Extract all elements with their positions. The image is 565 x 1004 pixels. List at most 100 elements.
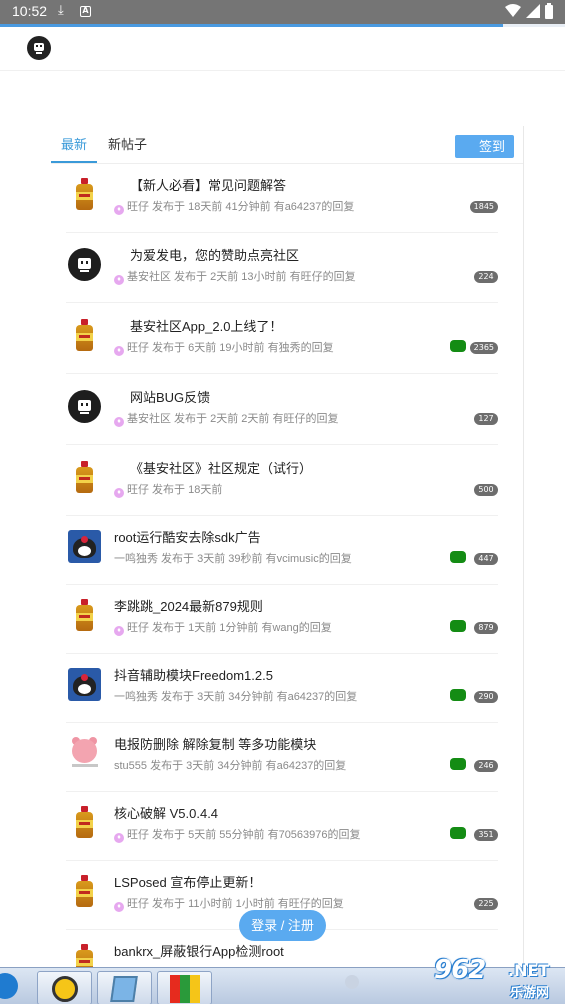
post-meta: 一鸣独秀 发布于 3天前 39秒前 有vcimusic的回复 [114, 550, 352, 566]
battery-icon [545, 3, 553, 19]
download-icon: ⤓ [58, 3, 64, 18]
post-meta-text: stu555 发布于 3天前 34分钟前 有a64237的回复 [114, 760, 347, 772]
active-tab-indicator [51, 161, 97, 163]
user-avatar-bear-icon[interactable] [68, 737, 101, 770]
reply-count-badge: 224 [474, 271, 498, 283]
post-meta: ♦ 旺仔 发布于 1天前 1分钟前 有wang的回复 [114, 619, 332, 636]
app-1-icon [52, 976, 78, 1002]
post-row[interactable]: 基安社区App_2.0上线了！ ♦ 旺仔 发布于 6天前 19小时前 有独秀的回复 2… [66, 305, 498, 374]
taskbar-app-1[interactable] [37, 971, 92, 1004]
post-row[interactable]: 电报防删除 解除复制 等多功能模块 stu555 发布于 3天前 34分钟前 有a… [66, 723, 498, 792]
gem-badge-icon: ♦ [114, 488, 124, 498]
gem-badge-icon: ♦ [114, 833, 124, 843]
post-meta-text: 旺仔 发布于 5天前 55分钟前 有70563976的回复 [127, 829, 361, 841]
user-avatar-kuromi-icon[interactable] [68, 668, 101, 701]
notification-a-icon: A [80, 6, 91, 17]
reply-count-badge: 447 [474, 553, 498, 565]
status-bar: 10:52 ⤓ A [0, 0, 565, 24]
watermark-logo: 962 .NET 乐游网 [428, 953, 565, 1004]
post-meta-text: 基安社区 发布于 2天前 13小时前 有旺仔的回复 [127, 271, 356, 283]
app-3-icon [170, 975, 200, 1003]
post-meta-text: 旺仔 发布于 6天前 19小时前 有独秀的回复 [127, 342, 334, 354]
gem-badge-icon: ♦ [114, 902, 124, 912]
wifi-icon [505, 4, 521, 17]
gem-badge-icon: ♦ [114, 205, 124, 215]
tab-bar: 最新 新帖子 签到 [51, 126, 523, 164]
user-avatar-robot-icon[interactable] [68, 248, 101, 281]
post-meta: 一鸣独秀 发布于 3天前 34分钟前 有a64237的回复 [114, 688, 357, 704]
post-title[interactable]: bankrx_屏蔽银行App检测root [114, 941, 284, 960]
taskbar-app-2[interactable] [97, 971, 152, 1004]
user-avatar-bottle-icon[interactable] [68, 875, 101, 908]
reply-count-badge: 2365 [469, 342, 498, 354]
post-title[interactable]: 基安社区App_2.0上线了！ [130, 316, 282, 335]
gem-badge-icon: ♦ [114, 417, 124, 427]
post-title[interactable]: 【新人必看】常见问题解答 [130, 175, 286, 194]
user-avatar-bottle-icon[interactable] [68, 599, 101, 632]
gem-badge-icon: ♦ [114, 626, 124, 636]
user-avatar-kuromi-icon[interactable] [68, 530, 101, 563]
reply-count-badge: 246 [474, 760, 498, 772]
post-row[interactable]: 【新人必看】常见问题解答 ♦ 旺仔 发布于 18天前 41分钟前 有a64237的回… [66, 164, 498, 233]
post-title[interactable]: 核心破解 V5.0.4.4 [114, 803, 218, 822]
watermark-number: 962 [434, 955, 486, 985]
hot-badge-icon [450, 551, 466, 563]
user-avatar-bottle-icon[interactable] [68, 461, 101, 494]
tab-new-posts[interactable]: 新帖子 [108, 134, 147, 153]
user-avatar-robot-icon[interactable] [68, 390, 101, 423]
reply-count-badge: 500 [474, 484, 498, 496]
hot-badge-icon [450, 827, 466, 839]
tray-icon [345, 975, 359, 989]
post-row[interactable]: 李跳跳_2024最新879规则 ♦ 旺仔 发布于 1天前 1分钟前 有wang的回复… [66, 585, 498, 654]
user-avatar-bottle-icon[interactable] [68, 319, 101, 352]
post-meta: ♦ 基安社区 发布于 2天前 13小时前 有旺仔的回复 [114, 268, 356, 285]
post-title[interactable]: LSPosed 宣布停止更新！ [114, 872, 261, 891]
post-row[interactable]: 《基安社区》社区规定（试行） ♦ 旺仔 发布于 18天前 500 [66, 447, 498, 516]
site-logo-icon[interactable] [27, 36, 51, 60]
post-title[interactable]: 抖音辅助模块Freedom1.2.5 [114, 665, 273, 684]
post-row[interactable]: 核心破解 V5.0.4.4 ♦ 旺仔 发布于 5天前 55分钟前 有70563976… [66, 792, 498, 861]
reply-count-badge: 879 [474, 622, 498, 634]
app-2-icon [110, 976, 138, 1002]
app-screen: 10:52 ⤓ A 最新 新帖子 签到 【新人必看】常见问题解答 ♦ 旺仔 发布于 … [0, 0, 565, 1004]
post-meta-text: 旺仔 发布于 11小时前 1小时前 有旺仔的回复 [127, 898, 344, 910]
post-row[interactable]: root运行酷安去除sdk广告一鸣独秀 发布于 3天前 39秒前 有vcimus… [66, 516, 498, 585]
post-row[interactable]: 为爱发电，您的赞助点亮社区 ♦ 基安社区 发布于 2天前 13小时前 有旺仔的回复 2… [66, 234, 498, 303]
post-title[interactable]: 网站BUG反馈 [130, 387, 210, 406]
post-meta: ♦ 基安社区 发布于 2天前 2天前 有旺仔的回复 [114, 410, 338, 427]
reply-count-badge: 127 [474, 413, 498, 425]
reply-count-badge: 225 [474, 898, 498, 910]
reply-count-badge: 351 [474, 829, 498, 841]
post-title[interactable]: 电报防删除 解除复制 等多功能模块 [114, 734, 316, 753]
post-meta-text: 旺仔 发布于 1天前 1分钟前 有wang的回复 [127, 622, 332, 634]
post-meta: stu555 发布于 3天前 34分钟前 有a64237的回复 [114, 757, 346, 773]
user-avatar-bottle-icon[interactable] [68, 806, 101, 839]
post-title[interactable]: 《基安社区》社区规定（试行） [130, 458, 312, 477]
start-orb-icon[interactable] [0, 973, 18, 999]
post-meta: ♦ 旺仔 发布于 6天前 19小时前 有独秀的回复 [114, 339, 334, 356]
post-row[interactable]: 抖音辅助模块Freedom1.2.5 一鸣独秀 发布于 3天前 34分钟前 有a6… [66, 654, 498, 723]
reply-count-badge: 290 [474, 691, 498, 703]
post-meta-text: 旺仔 发布于 18天前 [127, 484, 223, 496]
post-meta-text: 一鸣独秀 发布于 3天前 34分钟前 有a64237的回复 [114, 691, 358, 703]
tab-latest[interactable]: 最新 [61, 134, 87, 153]
post-row[interactable]: 网站BUG反馈 ♦ 基安社区 发布于 2天前 2天前 有旺仔的回复 127 [66, 376, 498, 445]
post-title[interactable]: 李跳跳_2024最新879规则 [114, 596, 263, 615]
app-header [0, 27, 565, 71]
post-meta-text: 旺仔 发布于 18天前 41分钟前 有a64237的回复 [127, 201, 355, 213]
hot-badge-icon [450, 689, 466, 701]
post-title[interactable]: 为爱发电，您的赞助点亮社区 [130, 245, 299, 264]
watermark-subtitle: 乐游网 [510, 986, 550, 1001]
post-title[interactable]: root运行酷安去除sdk广告 [114, 527, 261, 546]
hot-badge-icon [450, 758, 466, 770]
post-meta: ♦ 旺仔 发布于 5天前 55分钟前 有70563976的回复 [114, 826, 361, 843]
signin-button[interactable]: 签到 [455, 135, 514, 158]
gem-badge-icon: ♦ [114, 275, 124, 285]
login-register-button[interactable]: 登录 / 注册 [239, 910, 326, 941]
user-avatar-bottle-icon[interactable] [68, 178, 101, 211]
post-meta: ♦ 旺仔 发布于 18天前 41分钟前 有a64237的回复 [114, 198, 354, 215]
taskbar-app-3[interactable] [157, 971, 212, 1004]
hot-badge-icon [450, 620, 466, 632]
gem-badge-icon: ♦ [114, 346, 124, 356]
status-time: 10:52 [12, 3, 48, 19]
